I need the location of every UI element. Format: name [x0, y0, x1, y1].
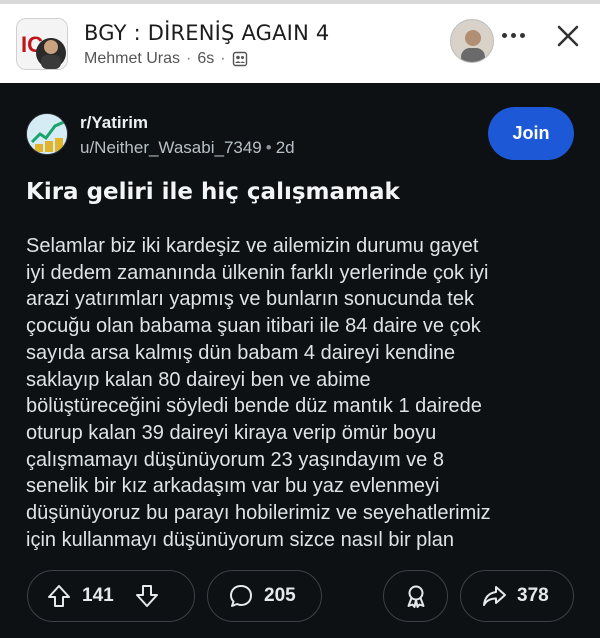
channel-avatar[interactable]: IC: [16, 18, 68, 70]
post-body-line: saklayıp kalan 80 daireyi ben ve abime: [26, 368, 371, 391]
user-avatar[interactable]: [450, 19, 494, 63]
channel-title: BGY : DİRENİŞ AGAIN 4: [84, 21, 330, 45]
more-dot: [519, 32, 525, 38]
post-body-line: çalışmamayı düşünüyorum 23 yaşındayım ve…: [26, 448, 444, 471]
downvote-arrow-icon[interactable]: [134, 583, 160, 609]
post-body-line: oturup kalan 39 daireyi kiraya verip ömü…: [26, 421, 437, 444]
subreddit-icon[interactable]: [26, 113, 68, 155]
post-time: 2d: [275, 138, 295, 157]
reddit-post-card: r/Yatirim u/Neither_Wasabi_7349 • 2d Join …: [0, 83, 600, 638]
post-meta-separator: •: [265, 138, 272, 157]
more-dots-icon: [501, 32, 507, 38]
people-icon: [232, 51, 248, 67]
close-icon: [557, 25, 579, 47]
post-body-line: sayıda arsa kalmış dün babam 4 daireyi k…: [26, 341, 456, 364]
comment-bubble-icon: [228, 583, 254, 609]
more-options-button[interactable]: [496, 22, 530, 48]
close-button[interactable]: [552, 20, 584, 52]
award-icon: [403, 583, 429, 609]
chat-header: IC BGY : DİRENİŞ AGAIN 4 Mehmet Uras · 6…: [0, 0, 600, 83]
post-body-line: senelik bir kız arkadaşım var bu yaz evl…: [26, 475, 440, 498]
join-button[interactable]: Join: [488, 107, 574, 160]
upvote-arrow-icon[interactable]: [46, 583, 72, 609]
author-name: Mehmet Uras: [84, 50, 181, 67]
more-dot: [510, 32, 516, 38]
vote-bar: 141: [27, 570, 195, 622]
comment-count: 205: [264, 585, 296, 606]
post-body-line: düşünüyoruz bu parayı hobilerimiz ve sey…: [26, 502, 491, 525]
share-button[interactable]: 378: [460, 570, 574, 622]
post-author-line: u/Neither_Wasabi_7349 • 2d: [80, 138, 295, 158]
post-body-line: iyi dedem zamanında ülkenin farklı yerle…: [26, 261, 489, 284]
post-username[interactable]: u/Neither_Wasabi_7349: [80, 138, 262, 157]
share-arrow-icon: [481, 583, 507, 609]
post-body-line: bölüştüreceğini söyledi bende düz mantık…: [26, 395, 482, 418]
channel-meta: Mehmet Uras · 6s ·: [84, 50, 248, 68]
subreddit-name[interactable]: r/Yatirim: [80, 113, 148, 133]
post-body-line: arazi yatırımları yapmış ve bunların son…: [26, 288, 474, 311]
upvote-count: 141: [82, 585, 114, 606]
message-time: 6s: [197, 50, 215, 67]
post-body-line: Selamlar biz iki kardeşiz ve ailemizin d…: [26, 235, 479, 257]
post-body-line: için kullanmayı düşünüyorum sizce nasıl …: [26, 528, 454, 551]
meta-separator: ·: [186, 50, 192, 67]
post-body: Selamlar biz iki kardeşiz ve ailemizin d…: [26, 233, 578, 553]
post-body-line: çocuğu olan babama şuan itibari ile 84 d…: [26, 315, 481, 338]
top-divider: [0, 0, 600, 4]
comments-button[interactable]: 205: [207, 570, 322, 622]
award-button[interactable]: [383, 570, 448, 622]
post-title: Kira geliri ile hiç çalışmamak: [26, 179, 400, 205]
share-count: 378: [517, 585, 549, 606]
meta-separator-2: ·: [220, 50, 226, 67]
